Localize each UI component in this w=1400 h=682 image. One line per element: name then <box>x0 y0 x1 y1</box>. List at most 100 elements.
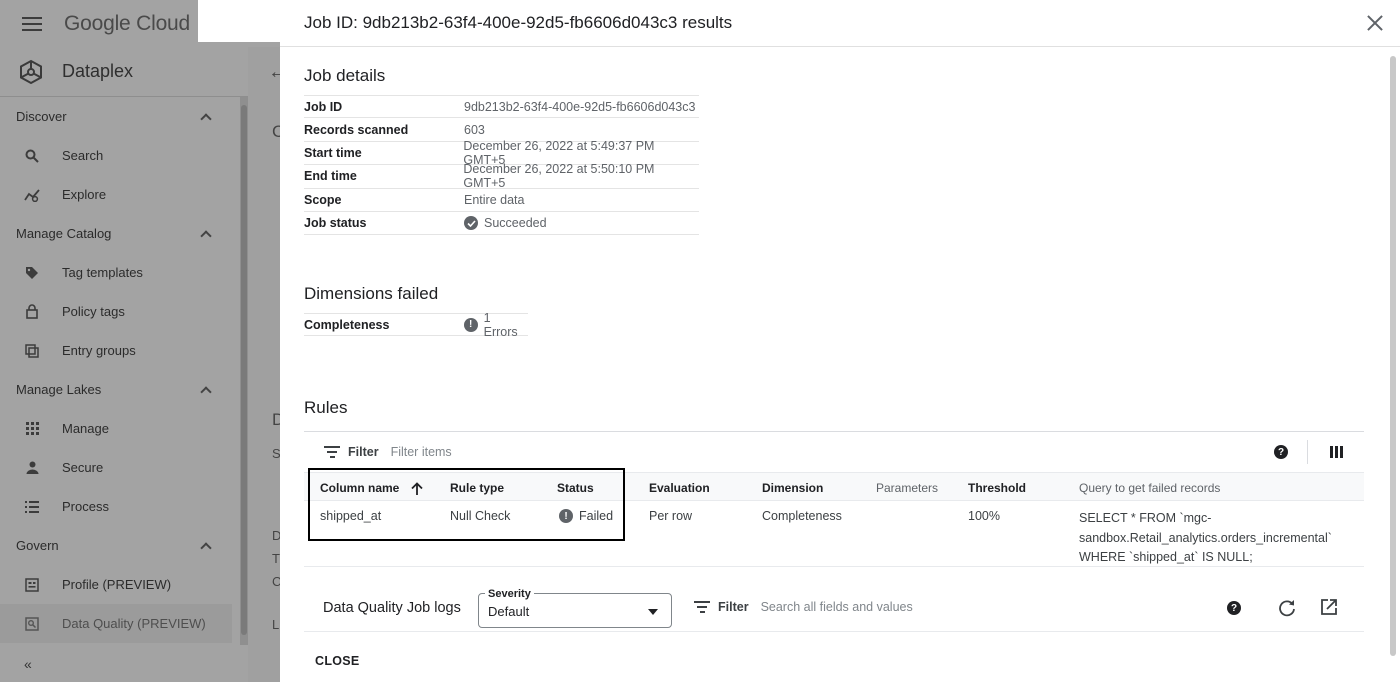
table-row: Job ID 9db213b2-63f4-400e-92d5-fb6606d04… <box>304 95 699 119</box>
filter-button[interactable]: Filter <box>718 600 749 614</box>
error-icon: ! <box>463 317 478 332</box>
dropdown-arrow-icon[interactable] <box>648 609 658 615</box>
dimensions-failed-heading: Dimensions failed <box>304 284 439 303</box>
job-logs-title: Data Quality Job logs <box>323 600 461 616</box>
cell-dimension: Completeness <box>762 509 842 523</box>
sidebar-section-manage-catalog[interactable]: Manage Catalog <box>0 214 240 253</box>
column-header-parameters[interactable]: Parameters <box>876 481 938 495</box>
dataplex-icon <box>20 59 42 84</box>
open-in-new-icon[interactable] <box>1320 598 1338 616</box>
column-header-query[interactable]: Query to get failed records <box>1079 481 1220 495</box>
job-details-heading: Job details <box>304 66 386 85</box>
row-key: Job ID <box>304 99 343 114</box>
dialog-footer: CLOSE <box>280 639 1400 682</box>
sidebar-item-label: Manage <box>62 421 109 436</box>
row-key: End time <box>304 169 357 184</box>
chevron-up-icon[interactable] <box>200 385 212 398</box>
sidebar: Discover Search Explore Manage Catalog T… <box>0 97 240 645</box>
back-arrow-icon: ← <box>268 61 280 83</box>
section-title: Govern <box>16 538 59 553</box>
sidebar-item-profile[interactable]: Profile (PREVIEW) <box>0 565 240 604</box>
close-button[interactable]: CLOSE <box>315 654 360 668</box>
menu-icon[interactable] <box>22 16 42 31</box>
text-fragment: D <box>272 410 280 429</box>
section-title: Manage Lakes <box>16 382 102 397</box>
chevron-up-icon[interactable] <box>200 112 212 125</box>
scrollbar-thumb[interactable] <box>1390 56 1396 656</box>
column-header-dimension[interactable]: Dimension <box>762 481 823 495</box>
rules-heading: Rules <box>304 398 348 417</box>
sidebar-item-entry-groups[interactable]: Entry groups <box>0 331 240 370</box>
help-icon[interactable]: ? <box>1227 601 1241 615</box>
refresh-icon[interactable] <box>1278 599 1296 617</box>
table-row: End time December 26, 2022 at 5:50:10 PM… <box>304 162 699 190</box>
dialog-scrollbar[interactable] <box>1390 50 1396 656</box>
section-title: Manage Catalog <box>16 226 112 241</box>
sidebar-item-secure[interactable]: Secure <box>0 448 240 487</box>
annotation-highlight-box <box>308 468 625 541</box>
sidebar-scrollbar[interactable] <box>240 97 248 645</box>
filter-input[interactable]: Filter items <box>391 445 452 459</box>
product-name: Dataplex <box>62 61 134 81</box>
row-key: Scope <box>304 192 342 207</box>
list-icon <box>24 499 40 515</box>
sidebar-item-tag-templates[interactable]: Tag templates <box>0 253 240 292</box>
severity-select[interactable]: Severity Default <box>478 588 672 628</box>
entry-groups-icon <box>24 343 40 359</box>
sidebar-item-label: Tag templates <box>62 265 143 280</box>
cell-evaluation: Per row <box>649 509 693 523</box>
column-header-threshold[interactable]: Threshold <box>968 481 1026 495</box>
row-key: Job status <box>304 216 367 231</box>
column-display-icon[interactable] <box>1330 446 1343 458</box>
lock-icon <box>24 304 40 320</box>
status-text: Succeeded <box>484 216 547 231</box>
text-fragment: C <box>272 574 280 589</box>
row-key: Start time <box>304 145 362 160</box>
google-cloud-logo[interactable]: Google Cloud <box>64 12 190 36</box>
tag-icon <box>24 265 40 281</box>
chevron-up-icon[interactable] <box>200 541 212 554</box>
sidebar-item-policy-tags[interactable]: Policy tags <box>0 292 240 331</box>
dimensions-failed-table: Completeness ! 1 Errors <box>304 311 528 339</box>
text-fragment: T <box>272 551 280 566</box>
search-icon <box>24 148 40 164</box>
profile-icon <box>24 577 40 593</box>
job-details-table: Job ID 9db213b2-63f4-400e-92d5-fb6606d04… <box>304 95 699 236</box>
row-value: 603 <box>464 122 485 137</box>
scrollbar-thumb[interactable] <box>241 105 247 635</box>
collapse-sidebar-button[interactable]: « <box>0 645 248 682</box>
help-icon[interactable]: ? <box>1274 445 1288 459</box>
dialog-title: Job ID: 9db213b2-63f4-400e-92d5-fb6606d0… <box>304 13 733 32</box>
search-bar-fragment <box>198 0 280 42</box>
sidebar-section-discover[interactable]: Discover <box>0 97 240 136</box>
sidebar-item-data-quality[interactable]: Data Quality (PREVIEW) <box>0 604 232 643</box>
sidebar-section-govern[interactable]: Govern <box>0 526 240 565</box>
logs-search-input[interactable]: Search all fields and values <box>761 600 913 614</box>
grid-icon <box>24 421 40 437</box>
filter-button[interactable]: Filter <box>348 445 379 459</box>
row-key: Completeness <box>304 317 390 332</box>
severity-value: Default <box>488 604 530 619</box>
sidebar-item-label: Process <box>62 499 109 514</box>
check-circle-icon <box>464 216 478 231</box>
cell-query[interactable]: SELECT * FROM `mgc- sandbox.Retail_analy… <box>1079 509 1349 568</box>
background-page-fragment: ← C D S D T C L <box>248 47 280 682</box>
filter-icon[interactable] <box>324 446 340 458</box>
data-quality-icon <box>24 616 40 632</box>
severity-label: Severity <box>485 588 534 600</box>
sidebar-section-manage-lakes[interactable]: Manage Lakes <box>0 370 240 409</box>
console-topbar: Google Cloud <box>0 0 280 47</box>
query-line: WHERE `shipped_at` IS NULL; <box>1079 550 1253 564</box>
table-row: Completeness ! 1 Errors <box>304 311 528 339</box>
filter-icon[interactable] <box>694 601 710 613</box>
query-line: sandbox.Retail_analytics.orders_incremen… <box>1079 530 1332 545</box>
sidebar-item-process[interactable]: Process <box>0 487 240 526</box>
sidebar-item-manage[interactable]: Manage <box>0 409 240 448</box>
chevron-up-icon[interactable] <box>200 229 212 242</box>
section-title: Discover <box>16 109 67 124</box>
column-header-evaluation[interactable]: Evaluation <box>649 481 710 495</box>
sidebar-item-search[interactable]: Search <box>0 136 240 175</box>
sidebar-item-explore[interactable]: Explore <box>0 175 240 214</box>
rules-toolbar: Filter Filter items ? <box>304 432 1364 472</box>
close-icon[interactable] <box>1366 14 1384 32</box>
